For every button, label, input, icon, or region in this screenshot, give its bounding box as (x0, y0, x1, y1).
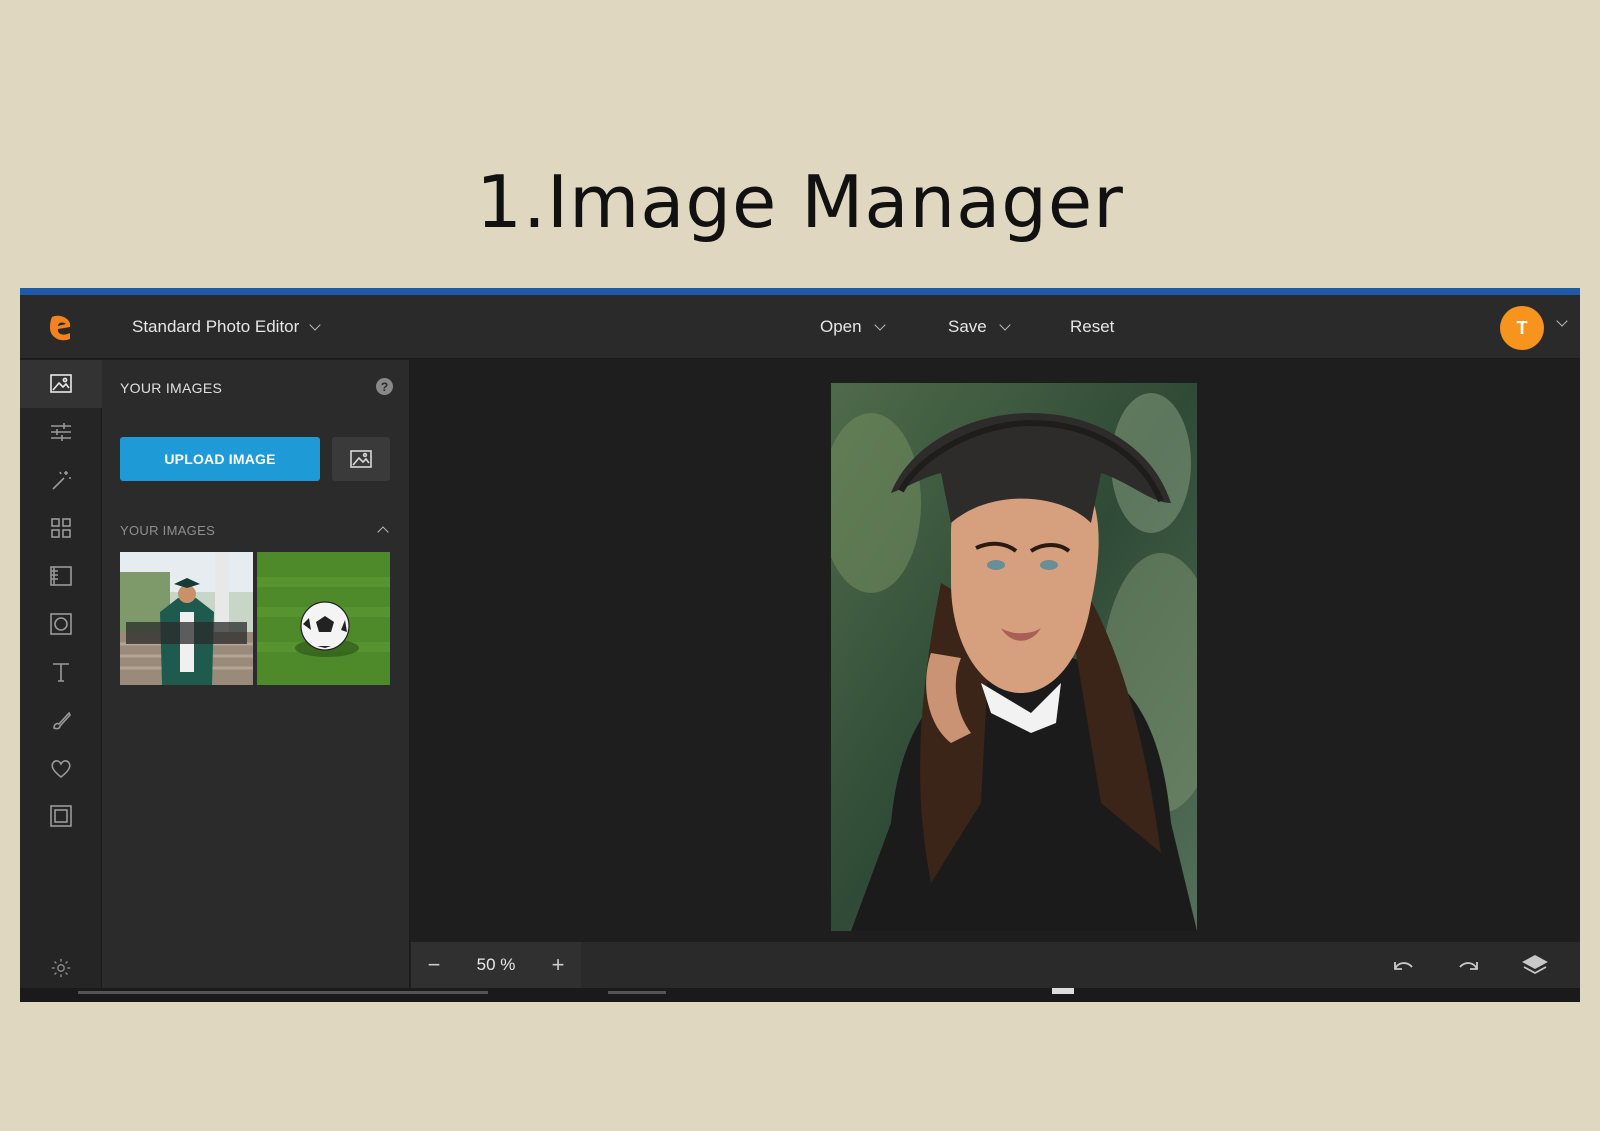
brush-icon (53, 711, 71, 730)
scrollbar-thumb[interactable] (78, 991, 488, 994)
tool-textures[interactable] (20, 552, 102, 600)
magic-wand-icon (52, 471, 71, 490)
layers-icon (1522, 954, 1548, 975)
chevron-down-icon[interactable] (1556, 315, 1568, 327)
horizontal-scrollbar[interactable] (20, 988, 1580, 1002)
slide-title: 1.Image Manager (476, 160, 1124, 244)
upload-image-button[interactable]: UPLOAD IMAGE (120, 437, 320, 481)
redo-icon (1459, 962, 1478, 970)
tool-effects[interactable] (20, 456, 102, 504)
image-manager-icon (50, 374, 72, 393)
help-icon[interactable]: ? (376, 378, 393, 395)
photo-editor-window: Standard Photo Editor Open Save Reset T (20, 288, 1580, 1002)
app-title-label: Standard Photo Editor (132, 317, 300, 336)
chevron-up-icon[interactable] (377, 526, 389, 538)
zoom-control: − 50 % + (411, 942, 581, 988)
save-menu[interactable]: Save (948, 317, 1011, 337)
editor-canvas[interactable] (411, 360, 1580, 942)
texture-icon (50, 566, 72, 586)
undo-button[interactable] (1389, 952, 1417, 980)
undo-icon (1394, 962, 1413, 970)
heart-icon (51, 760, 71, 779)
scrollbar-marker[interactable] (1052, 988, 1074, 994)
topbar-accent (20, 288, 1580, 295)
tool-rail (20, 360, 102, 1002)
reset-label: Reset (1070, 317, 1115, 336)
app-logo-icon[interactable] (46, 313, 76, 343)
tool-text[interactable] (20, 648, 102, 696)
app-title-dropdown[interactable]: Standard Photo Editor (132, 317, 321, 337)
reset-button[interactable]: Reset (1070, 317, 1114, 337)
save-label: Save (948, 317, 987, 336)
scrollbar-thumb-secondary[interactable] (608, 991, 666, 994)
grid-icon (51, 518, 71, 538)
stock-images-button[interactable] (332, 437, 390, 481)
zoom-in-button[interactable]: + (535, 942, 581, 988)
frame-icon (50, 805, 72, 827)
tool-frames[interactable] (20, 792, 102, 840)
chevron-down-icon (873, 319, 886, 331)
open-menu[interactable]: Open (820, 317, 886, 337)
thumbnail-soccer-ball[interactable] (257, 552, 390, 685)
soccer-ball-photo (257, 552, 390, 685)
chevron-down-icon (309, 319, 321, 331)
zoom-level: 50 % (476, 955, 516, 974)
bottom-bar: − 50 % + (411, 942, 1580, 988)
thumbnail-graduate[interactable] (120, 552, 253, 685)
user-avatar[interactable]: T (1500, 306, 1544, 350)
image-manager-panel: YOUR IMAGES ? UPLOAD IMAGE YOUR IMAGES (102, 360, 410, 1002)
gear-icon (51, 958, 71, 978)
topbar: Standard Photo Editor Open Save Reset T (20, 295, 1580, 359)
edited-photo[interactable] (831, 383, 1197, 931)
chevron-down-icon (999, 319, 1011, 331)
adjustments-icon (51, 423, 71, 441)
redo-button[interactable] (1455, 952, 1483, 980)
tool-grid[interactable] (20, 504, 102, 552)
tool-adjustments[interactable] (20, 408, 102, 456)
tool-vignette[interactable] (20, 600, 102, 648)
tool-image-manager[interactable] (20, 360, 102, 408)
settings-button[interactable] (20, 948, 102, 988)
text-icon (53, 663, 69, 682)
graduate-photo (120, 552, 253, 685)
open-label: Open (820, 317, 862, 336)
tool-draw[interactable] (20, 696, 102, 744)
layers-button[interactable] (1521, 952, 1549, 980)
panel-header: YOUR IMAGES (120, 380, 223, 396)
image-icon (350, 450, 372, 468)
zoom-out-button[interactable]: − (411, 942, 457, 988)
tool-stickers[interactable] (20, 744, 102, 792)
your-images-section-label: YOUR IMAGES (120, 523, 216, 538)
portrait-photo (831, 383, 1197, 931)
vignette-icon (50, 613, 72, 635)
